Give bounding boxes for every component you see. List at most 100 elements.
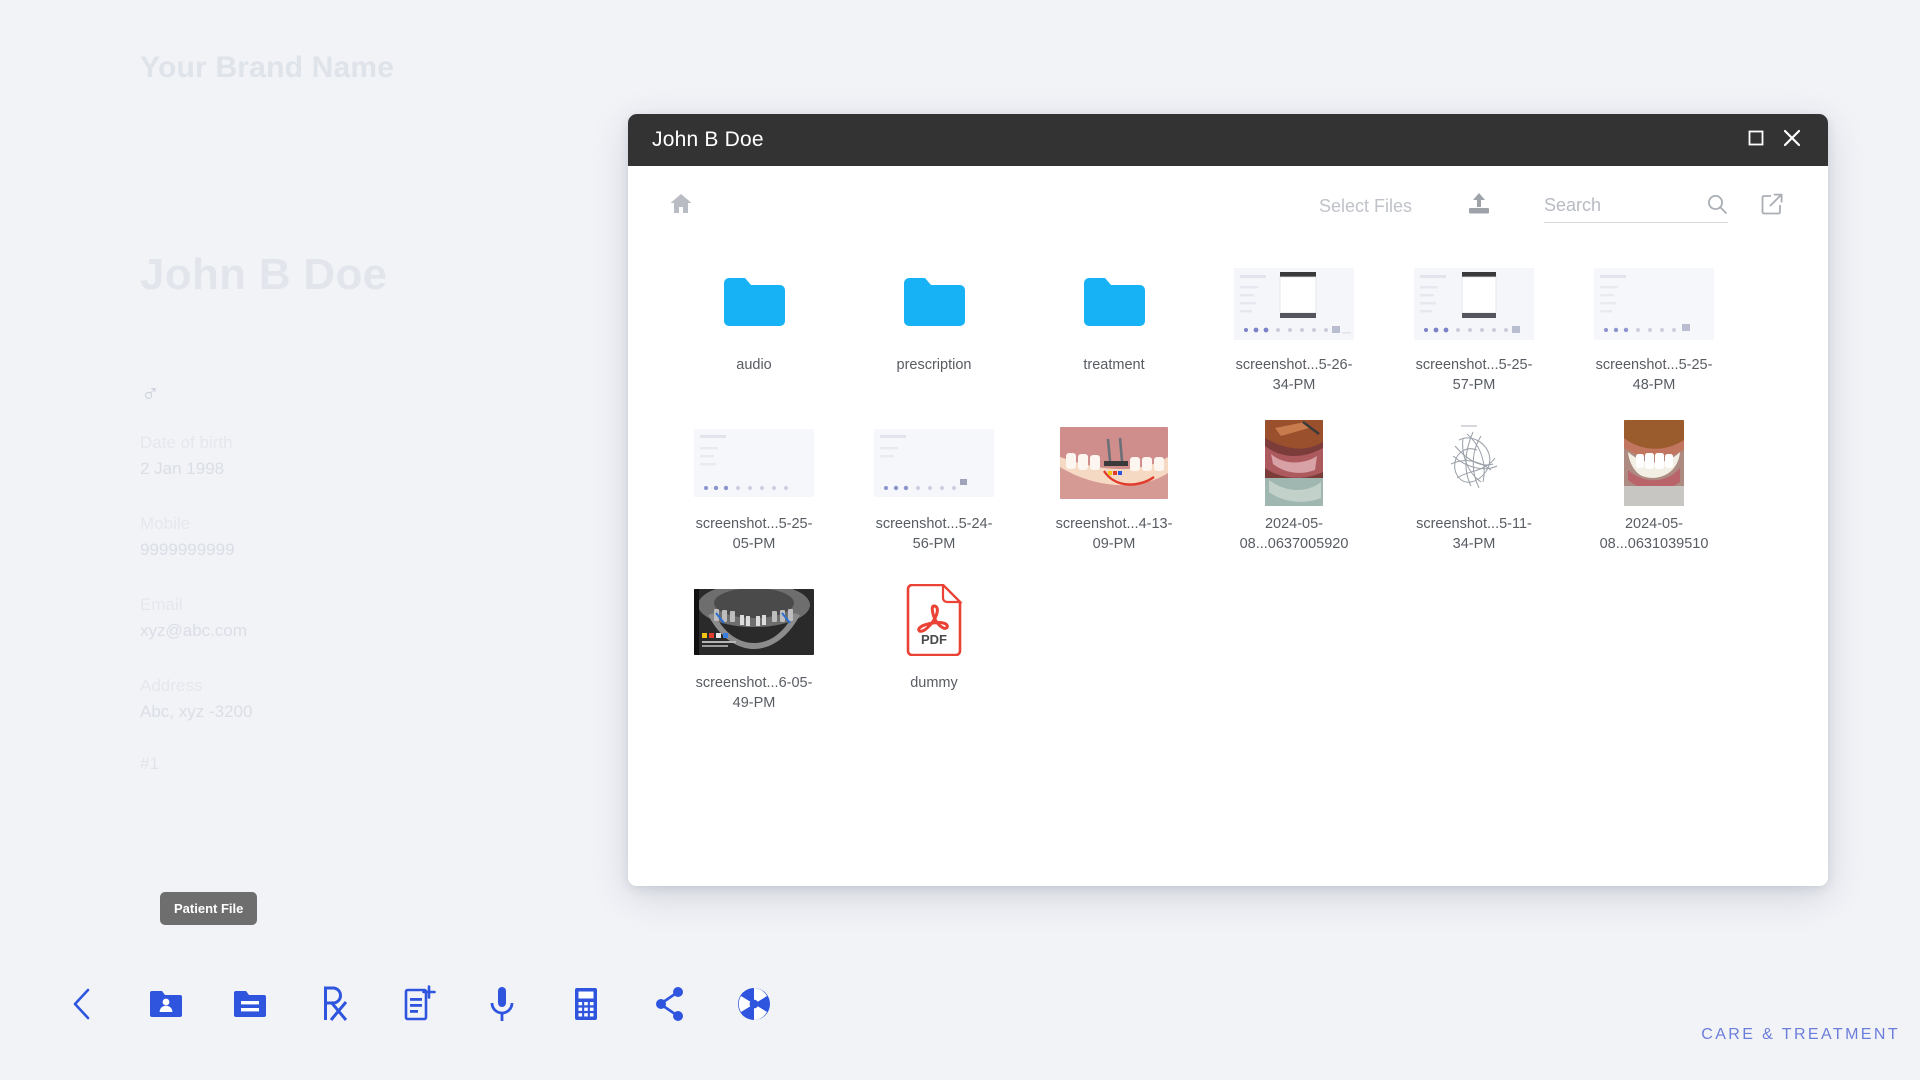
field-mobile: Mobile 9999999999 xyxy=(140,511,520,562)
external-link-icon xyxy=(1759,191,1785,222)
file-item-image[interactable]: 2024-05-08...0631039510 xyxy=(1564,417,1744,554)
file-label: screenshot...5-25-57-PM xyxy=(1415,357,1533,393)
search-field[interactable] xyxy=(1544,189,1728,223)
microphone-icon xyxy=(485,984,519,1024)
new-note-button[interactable] xyxy=(376,972,460,1036)
files-button[interactable] xyxy=(208,972,292,1036)
field-value: 2 Jan 1998 xyxy=(140,458,225,478)
field-value: 9999999999 xyxy=(140,539,235,559)
prescription-button[interactable] xyxy=(292,972,376,1036)
image-thumbnail-icon xyxy=(1060,427,1168,500)
thumbnail xyxy=(1594,258,1714,350)
rx-icon xyxy=(315,984,353,1024)
file-item-image[interactable]: screenshot...5-26-34-PM xyxy=(1204,258,1384,395)
thumbnail xyxy=(1234,258,1354,350)
file-label: dummy xyxy=(910,675,958,692)
file-item-image[interactable]: screenshot...5-24-56-PM xyxy=(844,417,1024,554)
thumbnail xyxy=(723,258,785,350)
open-external-button[interactable] xyxy=(1756,190,1788,222)
field-label: Mobile xyxy=(140,514,191,533)
file-item-image[interactable]: screenshot...5-11-34-PM xyxy=(1384,417,1564,554)
file-label: 2024-05-08...0637005920 xyxy=(1239,516,1349,552)
select-files-button[interactable]: Select Files xyxy=(1319,196,1412,217)
field-label: Address xyxy=(140,676,203,695)
image-thumbnail-icon xyxy=(694,589,814,656)
file-label: screenshot...5-11-34-PM xyxy=(1416,516,1532,552)
folder-icon xyxy=(230,984,270,1024)
note-add-icon xyxy=(399,984,437,1024)
share-icon xyxy=(652,984,688,1024)
folder-icon xyxy=(723,277,785,332)
camera-aperture-icon xyxy=(734,984,774,1024)
file-item-image[interactable]: screenshot...4-13-09-PM xyxy=(1024,417,1204,554)
file-item-image[interactable]: screenshot...6-05-49-PM xyxy=(664,576,844,713)
file-label: screenshot...6-05-49-PM xyxy=(695,675,813,711)
back-chevron-icon xyxy=(69,987,95,1021)
maximize-icon xyxy=(1747,129,1765,152)
file-item-image[interactable]: screenshot...5-25-48-PM xyxy=(1564,258,1744,395)
file-label: screenshot...5-25-48-PM xyxy=(1595,357,1713,393)
patient-info-panel: Your Brand Name John B Doe ♂ Date of bir… xyxy=(140,50,560,773)
search-icon[interactable] xyxy=(1706,193,1728,220)
camera-button[interactable] xyxy=(712,972,796,1036)
maximize-button[interactable] xyxy=(1738,122,1774,158)
thumbnail xyxy=(903,258,965,350)
dialog-body: Select Files Search audio prescription t… xyxy=(628,166,1828,886)
folder-icon xyxy=(1083,277,1145,332)
bottom-toolbar xyxy=(40,972,796,1036)
field-email: Email xyz@abc.com xyxy=(140,592,520,643)
file-item-image[interactable]: screenshot...5-25-57-PM xyxy=(1384,258,1564,395)
search-input[interactable] xyxy=(1544,195,1692,216)
field-address: Address Abc, xyz -3200 xyxy=(140,673,520,724)
patient-field-list: Date of birth 2 Jan 1998 Mobile 99999999… xyxy=(140,430,520,774)
image-thumbnail-icon xyxy=(1265,420,1323,507)
patient-name: John B Doe xyxy=(140,250,388,299)
back-button[interactable] xyxy=(40,972,124,1036)
file-item-pdf[interactable]: PDF dummy xyxy=(844,576,1024,713)
dialog-titlebar: John B Doe xyxy=(628,114,1828,166)
home-button[interactable] xyxy=(664,189,698,223)
file-item-image[interactable]: screenshot...5-25-05-PM xyxy=(664,417,844,554)
field-value: xyz@abc.com xyxy=(140,620,248,640)
image-thumbnail-icon xyxy=(1624,420,1684,507)
file-label: audio xyxy=(736,357,772,373)
brand-name: Your Brand Name xyxy=(140,51,395,84)
thumbnail xyxy=(1414,258,1534,350)
thumbnail xyxy=(1083,258,1145,350)
image-thumbnail-icon xyxy=(1414,268,1534,340)
thumbnail xyxy=(874,417,994,509)
image-thumbnail-icon xyxy=(1437,420,1511,507)
file-grid: audio prescription treatment screenshot.… xyxy=(628,246,1828,713)
close-icon xyxy=(1782,128,1802,153)
file-item-image[interactable]: 2024-05-08...0637005920 xyxy=(1204,417,1384,554)
close-button[interactable] xyxy=(1774,122,1810,158)
share-button[interactable] xyxy=(628,972,712,1036)
file-label: screenshot...5-26-34-PM xyxy=(1235,357,1353,393)
file-item-folder[interactable]: prescription xyxy=(844,258,1024,395)
thumbnail xyxy=(694,576,814,668)
file-item-folder[interactable]: audio xyxy=(664,258,844,395)
upload-icon xyxy=(1466,191,1492,222)
patient-file-dialog: John B Doe Select Files Search audio pre… xyxy=(628,114,1828,886)
file-label: screenshot...4-13-09-PM xyxy=(1055,516,1173,552)
file-label: treatment xyxy=(1083,357,1145,373)
field-label: Email xyxy=(140,595,183,614)
file-label: 2024-05-08...0631039510 xyxy=(1599,516,1709,552)
patient-file-tooltip: Patient File xyxy=(160,892,258,925)
upload-button[interactable] xyxy=(1462,189,1496,223)
dialog-title: John B Doe xyxy=(652,128,764,151)
thumbnail: PDF xyxy=(905,576,963,668)
patient-file-button[interactable] xyxy=(124,972,208,1036)
home-icon xyxy=(668,191,694,222)
thumbnail xyxy=(1624,417,1684,509)
audio-record-button[interactable] xyxy=(460,972,544,1036)
image-thumbnail-icon xyxy=(694,429,814,498)
folder-icon xyxy=(903,277,965,332)
file-label: prescription xyxy=(896,357,972,373)
thumbnail xyxy=(694,417,814,509)
patient-folder-icon xyxy=(146,984,186,1024)
patient-record-id: #1 xyxy=(140,754,159,773)
billing-button[interactable] xyxy=(544,972,628,1036)
file-item-folder[interactable]: treatment xyxy=(1024,258,1204,395)
image-thumbnail-icon xyxy=(1234,268,1354,340)
